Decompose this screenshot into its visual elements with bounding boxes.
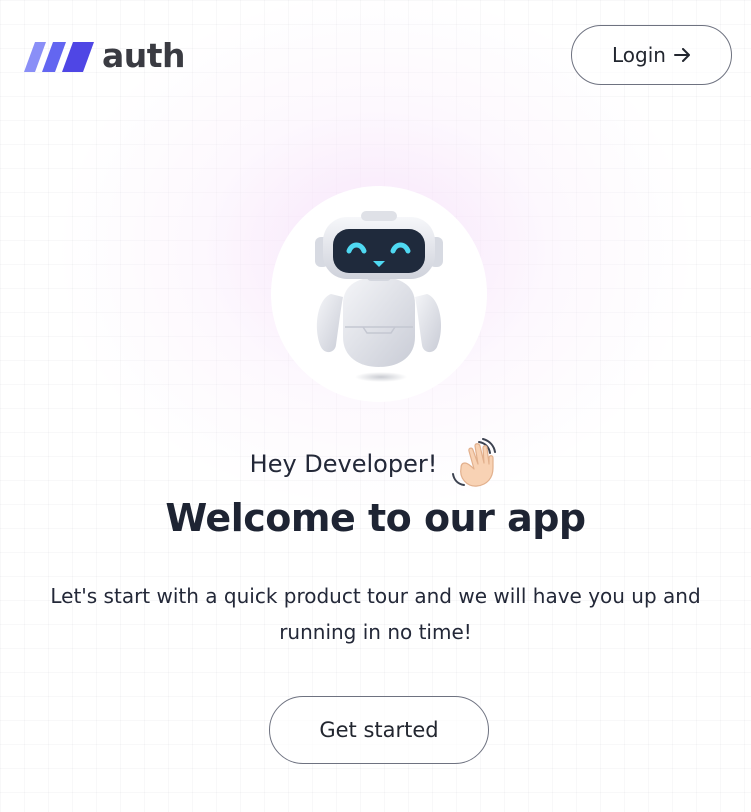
robot-avatar-circle — [271, 186, 487, 402]
waving-hand-icon — [452, 438, 497, 487]
hero-description: Let's start with a quick product tour an… — [50, 584, 701, 644]
login-button[interactable]: Login — [571, 25, 732, 85]
logo-text: auth — [102, 36, 186, 75]
welcome-title: Welcome to our app — [165, 496, 586, 540]
get-started-button[interactable]: Get started — [269, 696, 489, 764]
arrow-right-icon — [673, 48, 690, 62]
logo-link[interactable]: auth — [24, 36, 186, 75]
login-button-label: Login — [612, 43, 666, 67]
logo-stripes-icon — [24, 41, 94, 72]
robot-illustration — [315, 211, 443, 382]
greeting-row: Hey Developer! — [0, 438, 751, 490]
greeting-text: Hey Developer! — [249, 450, 438, 478]
